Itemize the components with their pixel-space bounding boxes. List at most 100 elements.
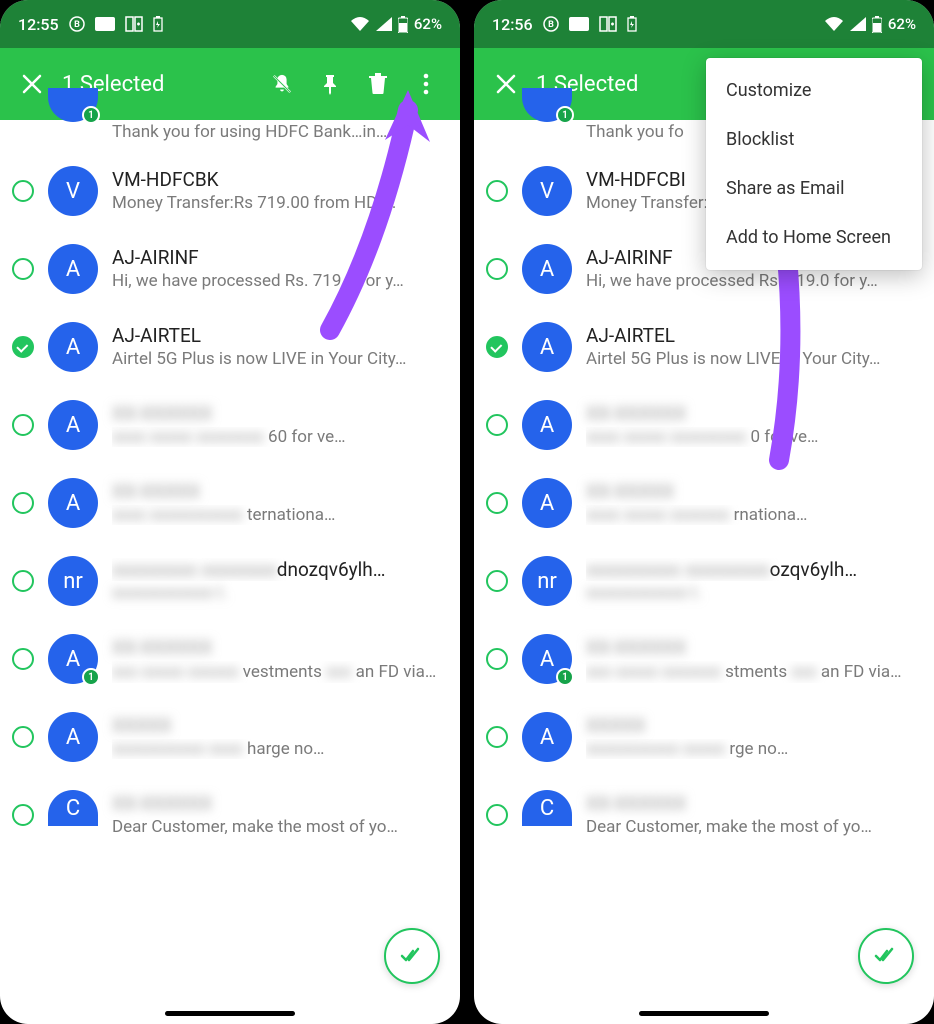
select-radio[interactable]: [486, 414, 508, 436]
status-time: 12:56: [492, 15, 533, 34]
status-icon-sim: [125, 16, 143, 32]
select-radio[interactable]: [12, 570, 34, 592]
list-item[interactable]: A XX-XXXXXX xxxx xxxxx xxxxxxxx 60 for v…: [0, 386, 460, 464]
avatar: nr: [48, 556, 98, 606]
msg-sender: XXXXX: [112, 714, 444, 737]
status-bar: 12:56 B 62%: [474, 0, 934, 48]
list-item[interactable]: A XX-XXXXXX xxxx xxxxx xxxxxxxxx 0 for v…: [474, 386, 934, 464]
list-item[interactable]: A 1 XX-XXXXXX xxx xxxxx xxxxxxx stments …: [474, 620, 934, 698]
msg-sender: AJ-AIRINF: [112, 246, 444, 269]
msg-preview: xxxx xxxxxxxxxxx ternationa…: [112, 505, 444, 525]
avatar: A: [48, 712, 98, 762]
list-item[interactable]: A XX-XXXXX xxxx xxxxx xxxxxxx rnationa…: [474, 464, 934, 542]
list-item[interactable]: 1 Thank you for using HDFC Bank…in…: [0, 118, 460, 152]
msg-sender: XX-XXXXXX: [112, 792, 444, 815]
svg-text:B: B: [74, 20, 80, 30]
wifi-icon: [350, 16, 370, 32]
select-radio[interactable]: [12, 492, 34, 514]
select-radio[interactable]: [12, 726, 34, 748]
battery-text: 62%: [414, 15, 442, 33]
msg-sender: AJ-AIRTEL: [586, 324, 918, 347]
avatar: A: [522, 244, 572, 294]
more-button[interactable]: [402, 60, 450, 108]
list-item[interactable]: nr xxxxxxxxxx xxxxxxxxxozqv6ylh… xxxxxxx…: [474, 542, 934, 620]
list-item[interactable]: A AJ-AIRTEL Airtel 5G Plus is now LIVE i…: [474, 308, 934, 386]
select-radio[interactable]: [12, 258, 34, 280]
msg-preview: xxx xxxxx xxxxxx vestments xxx an FD via…: [112, 661, 444, 683]
list-item[interactable]: C XX-XXXXXX Dear Customer, make the most…: [0, 776, 460, 837]
msg-preview: xxxxxxxxxxxx t.: [112, 583, 444, 603]
status-icon-b: B: [543, 16, 559, 32]
select-radio[interactable]: [12, 804, 34, 826]
select-radio[interactable]: [486, 492, 508, 514]
list-item[interactable]: C XX-XXXXXX Dear Customer, make the most…: [474, 776, 934, 837]
compose-fab[interactable]: [858, 928, 914, 984]
status-icon-battery-small: [627, 16, 637, 32]
avatar: A: [48, 478, 98, 528]
list-item[interactable]: A AJ-AIRTEL Airtel 5G Plus is now LIVE i…: [0, 308, 460, 386]
nav-indicator: [639, 1011, 769, 1016]
msg-preview: Hi, we have processed Rs. 719.0 for y…: [112, 271, 444, 291]
msg-preview: xxxxxxxxxxx xxxxx rge no…: [586, 739, 918, 759]
msg-sender: xxxxxxxxxx xxxxxxxxxozqv6ylh…: [586, 558, 918, 581]
avatar: A: [522, 712, 572, 762]
msg-preview: xxxx xxxxx xxxxxxx rnationa…: [586, 505, 918, 525]
select-radio[interactable]: [486, 726, 508, 748]
select-radio[interactable]: [486, 570, 508, 592]
delete-button[interactable]: [354, 60, 402, 108]
select-radio[interactable]: [486, 180, 508, 202]
unread-badge: 1: [556, 668, 574, 686]
select-radio[interactable]: [12, 336, 34, 358]
status-icon-battery-small: [153, 16, 163, 32]
avatar: A: [48, 322, 98, 372]
list-item[interactable]: nr xxxxxxxxx xxxxxxxxdnozqv6ylh… xxxxxxx…: [0, 542, 460, 620]
msg-sender: VM-HDFCBK: [112, 168, 444, 191]
menu-add-home[interactable]: Add to Home Screen: [706, 213, 922, 262]
message-list: 1 Thank you for using HDFC Bank…in… V VM…: [0, 118, 460, 837]
msg-sender: XX-XXXXX: [112, 480, 444, 503]
avatar: C: [48, 790, 98, 826]
msg-sender: XX-XXXXX: [586, 480, 918, 503]
msg-sender: AJ-AIRTEL: [112, 324, 444, 347]
msg-sender: XX-XXXXXX: [112, 402, 444, 425]
msg-sender: XX-XXXXXX: [112, 636, 444, 659]
avatar: A: [522, 478, 572, 528]
list-item[interactable]: A XXXXX xxxxxxxxxxx xxxxx rge no…: [474, 698, 934, 776]
list-item[interactable]: A 1 XX-XXXXXX xxx xxxxx xxxxxx vestments…: [0, 620, 460, 698]
list-item[interactable]: A AJ-AIRINF Hi, we have processed Rs. 71…: [0, 230, 460, 308]
menu-share-email[interactable]: Share as Email: [706, 164, 922, 213]
select-radio[interactable]: [12, 414, 34, 436]
select-radio[interactable]: [486, 258, 508, 280]
pin-button[interactable]: [306, 60, 354, 108]
msg-sender: XX-XXXXXX: [586, 792, 918, 815]
msg-preview: Airtel 5G Plus is now LIVE in Your City…: [586, 349, 918, 369]
msg-preview: xxxx xxxxx xxxxxxxxx 0 for ve…: [586, 427, 918, 447]
signal-icon: [850, 17, 866, 31]
msg-sender: XX-XXXXXX: [586, 402, 918, 425]
list-item[interactable]: A XX-XXXXX xxxx xxxxxxxxxxx ternationa…: [0, 464, 460, 542]
menu-customize[interactable]: Customize: [706, 66, 922, 115]
select-radio[interactable]: [486, 336, 508, 358]
battery-text: 62%: [888, 15, 916, 33]
avatar: A: [522, 400, 572, 450]
select-radio[interactable]: [12, 180, 34, 202]
msg-preview: Thank you for using HDFC Bank…in…: [112, 122, 444, 142]
status-bar: 12:55 B 62%: [0, 0, 460, 48]
status-icon-paytm: [569, 17, 589, 31]
avatar: V: [48, 166, 98, 216]
wifi-icon: [824, 16, 844, 32]
select-radio[interactable]: [486, 648, 508, 670]
menu-blocklist[interactable]: Blocklist: [706, 115, 922, 164]
list-item[interactable]: V VM-HDFCBK Money Transfer:Rs 719.00 fro…: [0, 152, 460, 230]
battery-icon: [872, 16, 882, 33]
avatar: A: [522, 322, 572, 372]
msg-preview: xxxxxxxxxxxx t.: [586, 583, 918, 603]
mute-button[interactable]: [258, 60, 306, 108]
avatar: A: [48, 400, 98, 450]
msg-sender: XXXXX: [586, 714, 918, 737]
select-radio[interactable]: [486, 804, 508, 826]
msg-preview: Dear Customer, make the most of yo…: [586, 817, 918, 837]
select-radio[interactable]: [12, 648, 34, 670]
compose-fab[interactable]: [384, 928, 440, 984]
list-item[interactable]: A XXXXX xxxxxxxxxxx xxxx harge no…: [0, 698, 460, 776]
